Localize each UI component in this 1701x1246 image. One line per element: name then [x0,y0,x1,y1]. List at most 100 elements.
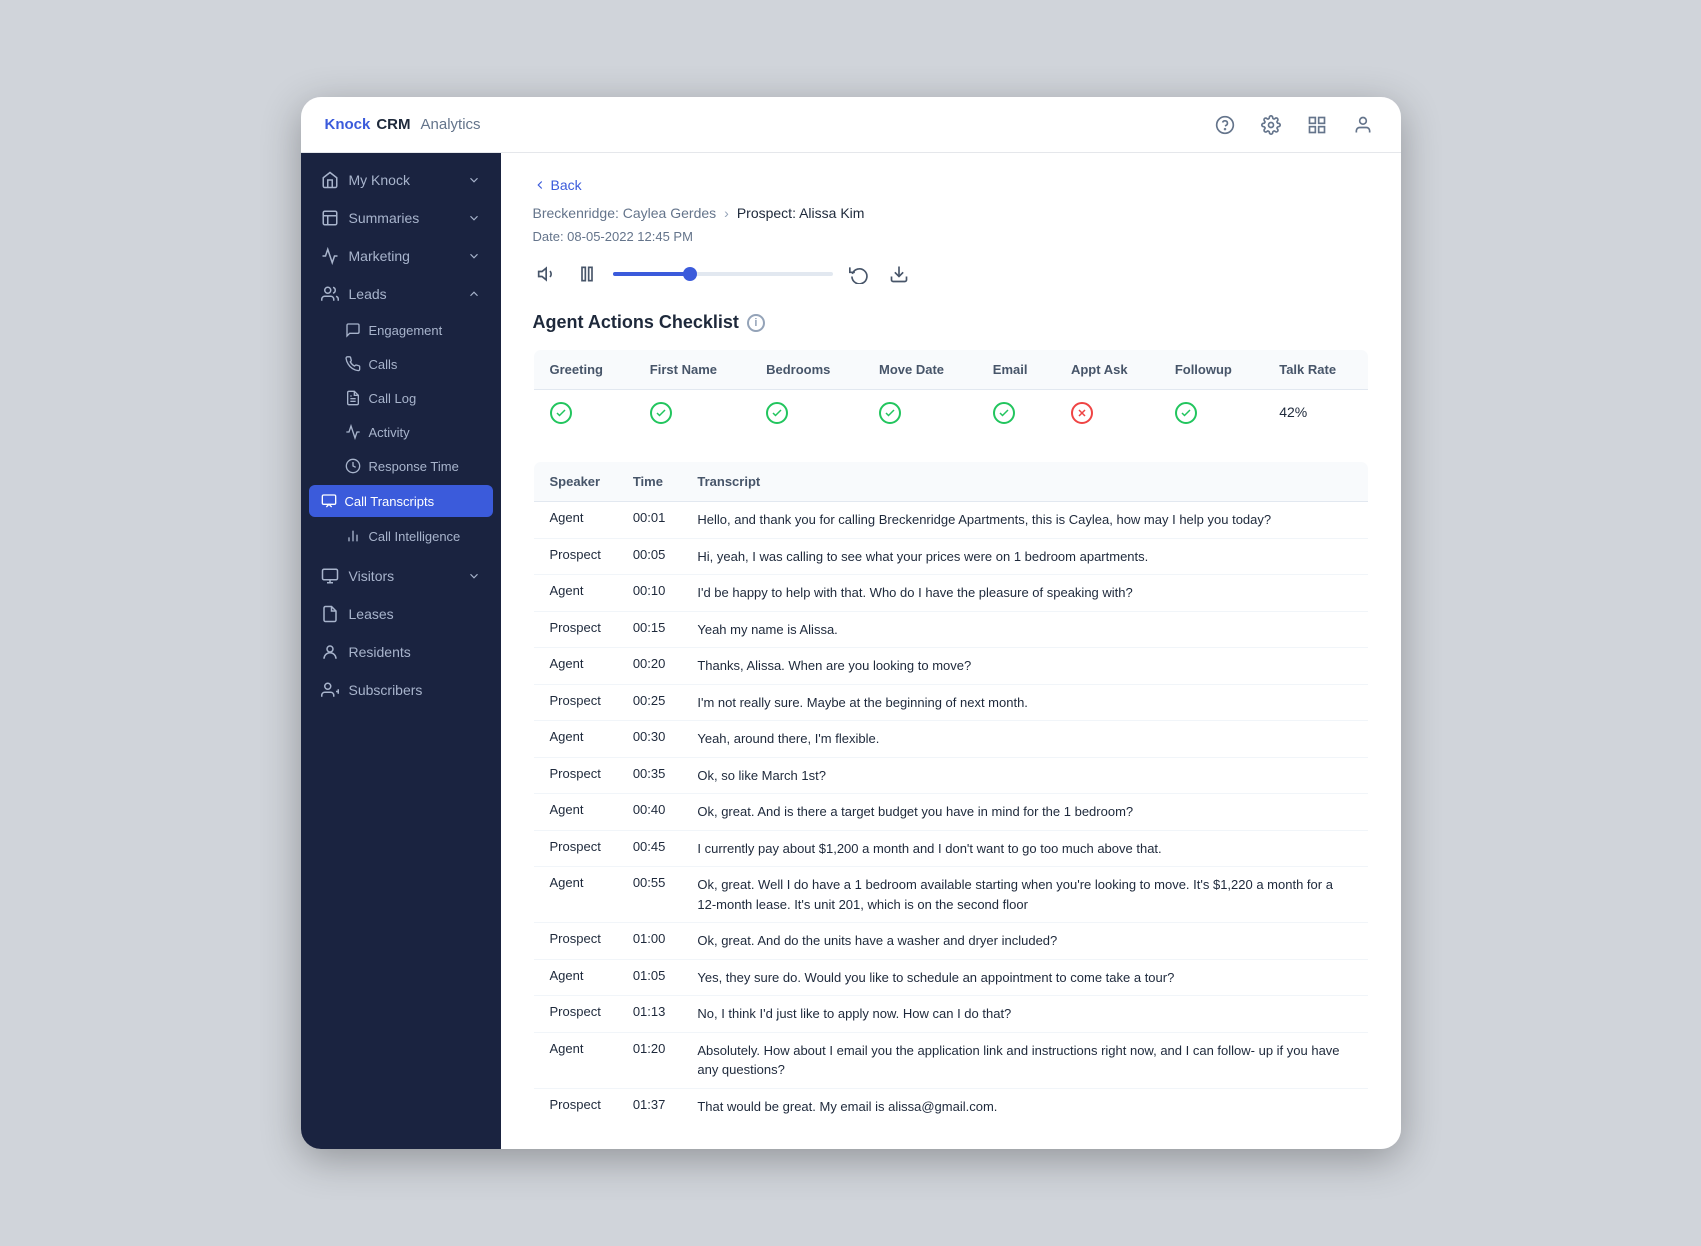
transcript-text: Ok, great. Well I do have a 1 bedroom av… [681,867,1368,923]
val-bedrooms [750,390,863,437]
table-row: Agent 00:55 Ok, great. Well I do have a … [533,867,1368,923]
table-row: Agent 00:20 Thanks, Alissa. When are you… [533,648,1368,685]
sidebar-item-call-transcripts[interactable]: Call Transcripts [309,485,493,517]
back-link[interactable]: Back [533,177,1369,193]
table-row: Agent 00:30 Yeah, around there, I'm flex… [533,721,1368,758]
audio-thumb [683,267,697,281]
transcript-text: Ok, so like March 1st? [681,757,1368,794]
sidebar-item-residents[interactable]: Residents [301,633,501,671]
sidebar-item-leads[interactable]: Leads [301,275,501,313]
sidebar-item-engagement[interactable]: Engagement [301,313,501,347]
audio-progress-bar[interactable] [613,272,833,276]
col-bedrooms: Bedrooms [750,350,863,390]
speaker-cell: Agent [533,1032,617,1088]
time-cell: 00:01 [617,502,682,539]
check-green-first-name [650,402,672,424]
time-cell: 01:37 [617,1088,682,1125]
brand-crm: CRM [376,116,410,133]
check-red-appt-ask [1071,402,1093,424]
transcript-text: I'd be happy to help with that. Who do I… [681,575,1368,612]
speaker-cell: Agent [533,721,617,758]
transcript-text: Thanks, Alissa. When are you looking to … [681,648,1368,685]
sidebar-item-call-log[interactable]: Call Log [301,381,501,415]
time-cell: 00:30 [617,721,682,758]
top-bar-icons [1211,111,1377,139]
col-followup: Followup [1159,350,1263,390]
breadcrumb-parent: Breckenridge: Caylea Gerdes [533,205,717,221]
date-info: Date: 08-05-2022 12:45 PM [533,229,1369,244]
time-cell: 00:45 [617,830,682,867]
speaker-cell: Prospect [533,1088,617,1125]
speaker-cell: Prospect [533,830,617,867]
checklist-info-icon[interactable]: i [747,314,765,332]
check-green-move-date [879,402,901,424]
sidebar-item-calls[interactable]: Calls [301,347,501,381]
table-row: Prospect 01:37 That would be great. My e… [533,1088,1368,1125]
sidebar-item-summaries[interactable]: Summaries [301,199,501,237]
pause-button[interactable] [573,260,601,288]
sidebar-item-call-intelligence[interactable]: Call Intelligence [301,519,501,553]
breadcrumb-current: Prospect: Alissa Kim [737,205,865,221]
user-icon[interactable] [1349,111,1377,139]
transcript-text: Absolutely. How about I email you the ap… [681,1032,1368,1088]
speaker-cell: Agent [533,575,617,612]
volume-icon[interactable] [533,260,561,288]
brand: Knock CRM Analytics [325,116,481,133]
speaker-cell: Agent [533,502,617,539]
sidebar-item-subscribers[interactable]: Subscribers [301,671,501,709]
sidebar-item-visitors[interactable]: Visitors [301,557,501,595]
col-email: Email [977,350,1055,390]
help-icon[interactable] [1211,111,1239,139]
time-cell: 00:20 [617,648,682,685]
transcript-text: Ok, great. And do the units have a washe… [681,923,1368,960]
transcript-text: I currently pay about $1,200 a month and… [681,830,1368,867]
transcript-text: Yes, they sure do. Would you like to sch… [681,959,1368,996]
table-row: Prospect 00:35 Ok, so like March 1st? [533,757,1368,794]
speaker-cell: Agent [533,959,617,996]
transcript-text: No, I think I'd just like to apply now. … [681,996,1368,1033]
check-green-email [993,402,1015,424]
time-cell: 00:35 [617,757,682,794]
col-talk-rate: Talk Rate [1263,350,1368,390]
table-row: Agent 00:40 Ok, great. And is there a ta… [533,794,1368,831]
speaker-cell: Prospect [533,538,617,575]
grid-icon[interactable] [1303,111,1331,139]
val-move-date [863,390,977,437]
time-cell: 00:10 [617,575,682,612]
time-cell: 00:15 [617,611,682,648]
col-greeting: Greeting [533,350,634,390]
speaker-cell: Prospect [533,996,617,1033]
speaker-cell: Agent [533,867,617,923]
sidebar-item-activity[interactable]: Activity [301,415,501,449]
download-icon[interactable] [885,260,913,288]
transcript-text: Yeah my name is Alissa. [681,611,1368,648]
replay-icon[interactable] [845,260,873,288]
table-row: Prospect 01:13 No, I think I'd just like… [533,996,1368,1033]
settings-icon[interactable] [1257,111,1285,139]
sidebar-item-marketing[interactable]: Marketing [301,237,501,275]
checklist-row: 42% [533,390,1368,437]
brand-knock: Knock [325,116,371,133]
val-talk-rate: 42% [1263,390,1368,437]
time-cell: 00:40 [617,794,682,831]
sidebar-item-response-time[interactable]: Response Time [301,449,501,483]
transcript-text: That would be great. My email is alissa@… [681,1088,1368,1125]
check-green-followup [1175,402,1197,424]
content-area: Back Breckenridge: Caylea Gerdes › Prosp… [501,153,1401,1149]
breadcrumb: Breckenridge: Caylea Gerdes › Prospect: … [533,205,1369,221]
time-cell: 01:05 [617,959,682,996]
col-appt-ask: Appt Ask [1055,350,1159,390]
top-bar: Knock CRM Analytics [301,97,1401,153]
col-speaker: Speaker [533,462,617,502]
sidebar: My Knock Summaries Marketing Leads [301,153,501,1149]
speaker-cell: Prospect [533,611,617,648]
speaker-cell: Agent [533,648,617,685]
table-row: Prospect 00:45 I currently pay about $1,… [533,830,1368,867]
table-row: Prospect 01:00 Ok, great. And do the uni… [533,923,1368,960]
sidebar-item-leases[interactable]: Leases [301,595,501,633]
table-row: Prospect 00:05 Hi, yeah, I was calling t… [533,538,1368,575]
transcript-text: Hello, and thank you for calling Brecken… [681,502,1368,539]
sidebar-item-my-knock[interactable]: My Knock [301,161,501,199]
table-row: Agent 01:05 Yes, they sure do. Would you… [533,959,1368,996]
time-cell: 00:55 [617,867,682,923]
